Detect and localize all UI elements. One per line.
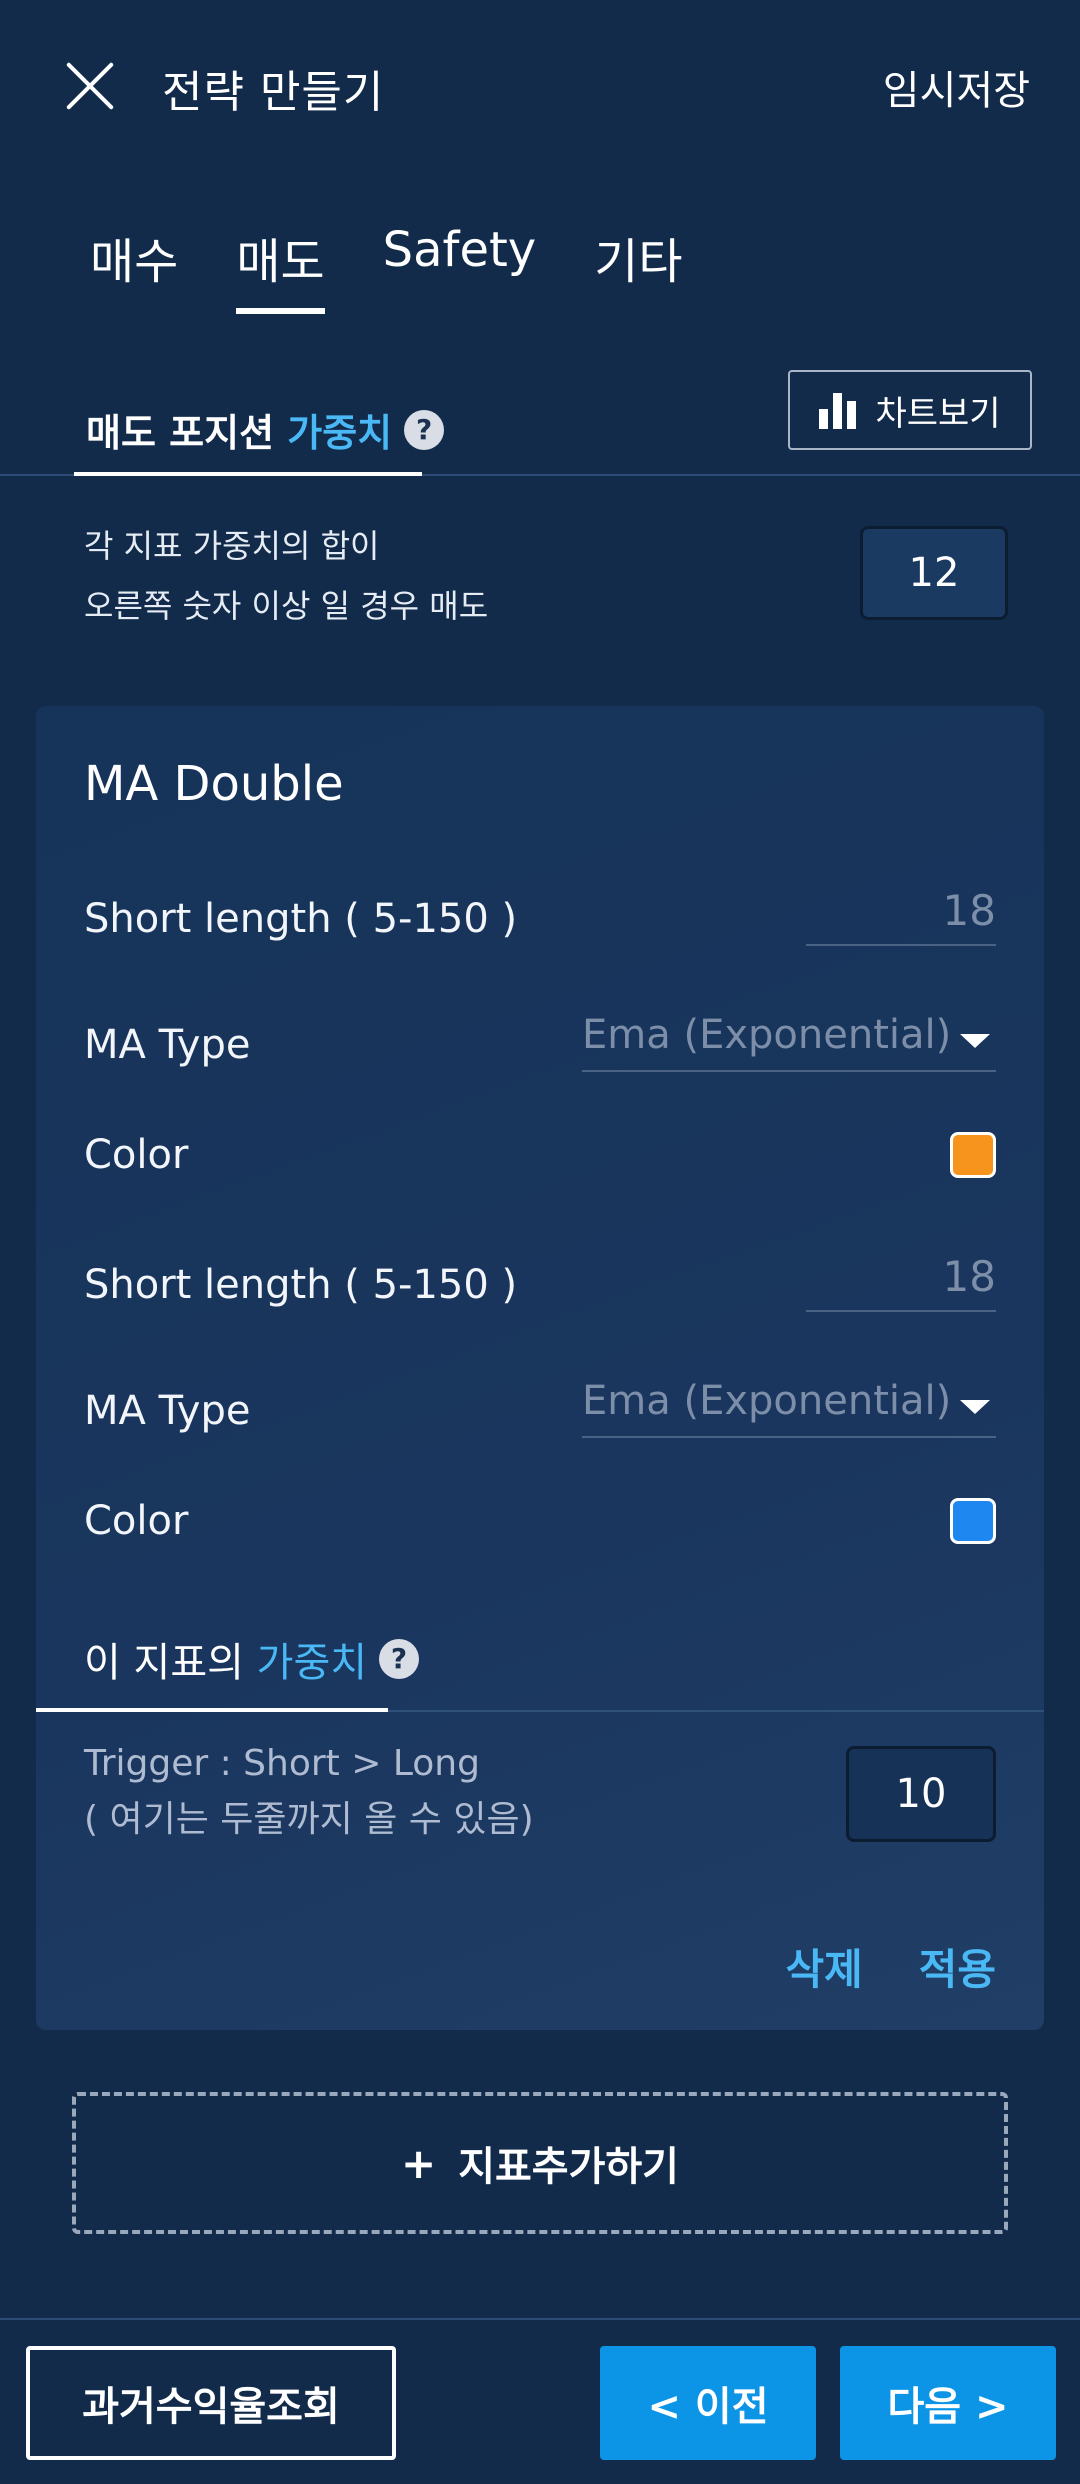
trigger-line-2: ( 여기는 두줄까지 올 수 있음) (84, 1799, 534, 1840)
ma-type-label: MA Type (84, 1022, 251, 1068)
color-swatch-orange[interactable] (950, 1132, 996, 1178)
short-length-label: Short length ( 5-150 ) (84, 896, 518, 942)
add-indicator-label: 지표추가하기 (458, 2144, 679, 2190)
past-returns-button[interactable]: 과거수익율조회 (26, 2346, 396, 2460)
add-indicator-button[interactable]: + 지표추가하기 (72, 2092, 1008, 2234)
threshold-description: 각 지표 가중치의 합이 오른쪽 숫자 이상 일 경우 매도 (84, 516, 488, 636)
ma-type-select[interactable]: Ema (Exponential) (582, 1012, 996, 1072)
trigger-line-1: Trigger : Short > Long (84, 1743, 480, 1784)
ma-type-value-2: Ema (Exponential) (582, 1378, 952, 1424)
help-icon[interactable]: ? (379, 1639, 420, 1679)
chevron-down-icon (960, 1400, 990, 1414)
weight-title-prefix: 이 지표의 (84, 1640, 244, 1686)
threshold-line-1: 각 지표 가중치의 합이 (84, 527, 380, 565)
ma-type-select-2[interactable]: Ema (Exponential) (582, 1378, 996, 1438)
short-length-label-2: Short length ( 5-150 ) (84, 1262, 518, 1308)
section-title-prefix: 매도 포지션 (86, 411, 275, 455)
weight-underline (36, 1708, 388, 1712)
trigger-description: Trigger : Short > Long ( 여기는 두줄까지 올 수 있음… (84, 1736, 534, 1848)
delete-button[interactable]: 삭제 (785, 1936, 862, 1997)
plus-icon: + (400, 2138, 437, 2188)
tab-etc[interactable]: 기타 (594, 222, 682, 292)
ma-type-label-2: MA Type (84, 1388, 251, 1434)
close-icon[interactable] (62, 58, 118, 114)
prev-button[interactable]: < 이전 (600, 2346, 816, 2460)
indicator-weight-header: 이 지표의 가중치 ? (36, 1616, 1044, 1712)
short-length-input-2[interactable]: 18 (806, 1252, 996, 1312)
tab-safety[interactable]: Safety (383, 222, 537, 292)
threshold-input[interactable]: 12 (860, 526, 1008, 620)
ma-type-value: Ema (Exponential) (582, 1012, 952, 1058)
bottom-action-bar: 과거수익율조회 < 이전 다음 > (0, 2318, 1080, 2484)
threshold-line-2: 오른쪽 숫자 이상 일 경우 매도 (84, 587, 489, 625)
tab-buy[interactable]: 매수 (90, 222, 178, 292)
section-title-accent: 가중치 (287, 411, 393, 455)
color-swatch-blue[interactable] (950, 1498, 996, 1544)
apply-button[interactable]: 적용 (919, 1936, 996, 1997)
color-label: Color (84, 1132, 189, 1178)
indicator-weight-input[interactable]: 10 (846, 1746, 996, 1842)
tab-sell[interactable]: 매도 (236, 222, 325, 314)
color-label-2: Color (84, 1498, 189, 1544)
help-icon[interactable]: ? (404, 409, 445, 450)
next-button[interactable]: 다음 > (840, 2346, 1056, 2460)
section-underline (74, 472, 422, 476)
page-title: 전략 만들기 (162, 67, 385, 118)
indicator-weight-title: 이 지표의 가중치 ? (84, 1630, 420, 1688)
view-chart-button[interactable]: 차트보기 (788, 370, 1032, 450)
indicator-title: MA Double (84, 756, 344, 812)
weight-title-accent: 가중치 (256, 1640, 368, 1686)
indicator-card: MA Double Short length ( 5-150 ) 18 MA T… (36, 706, 1044, 2030)
chevron-down-icon (960, 1034, 990, 1048)
section-title: 매도 포지션 가중치 ? (86, 402, 445, 457)
strategy-builder-screen: 전략 만들기 임시저장 매수 매도 Safety 기타 매도 포지션 가중치 ?… (0, 0, 1080, 2484)
temp-save-button[interactable]: 임시저장 (883, 58, 1030, 116)
tab-bar: 매수 매도 Safety 기타 (90, 222, 741, 314)
sell-weight-section-header: 매도 포지션 가중치 ? 차트보기 (0, 370, 1080, 476)
card-actions: 삭제 적용 (729, 1936, 996, 1997)
view-chart-label: 차트보기 (875, 393, 1001, 434)
short-length-input[interactable]: 18 (806, 886, 996, 946)
bar-chart-icon (819, 391, 861, 429)
